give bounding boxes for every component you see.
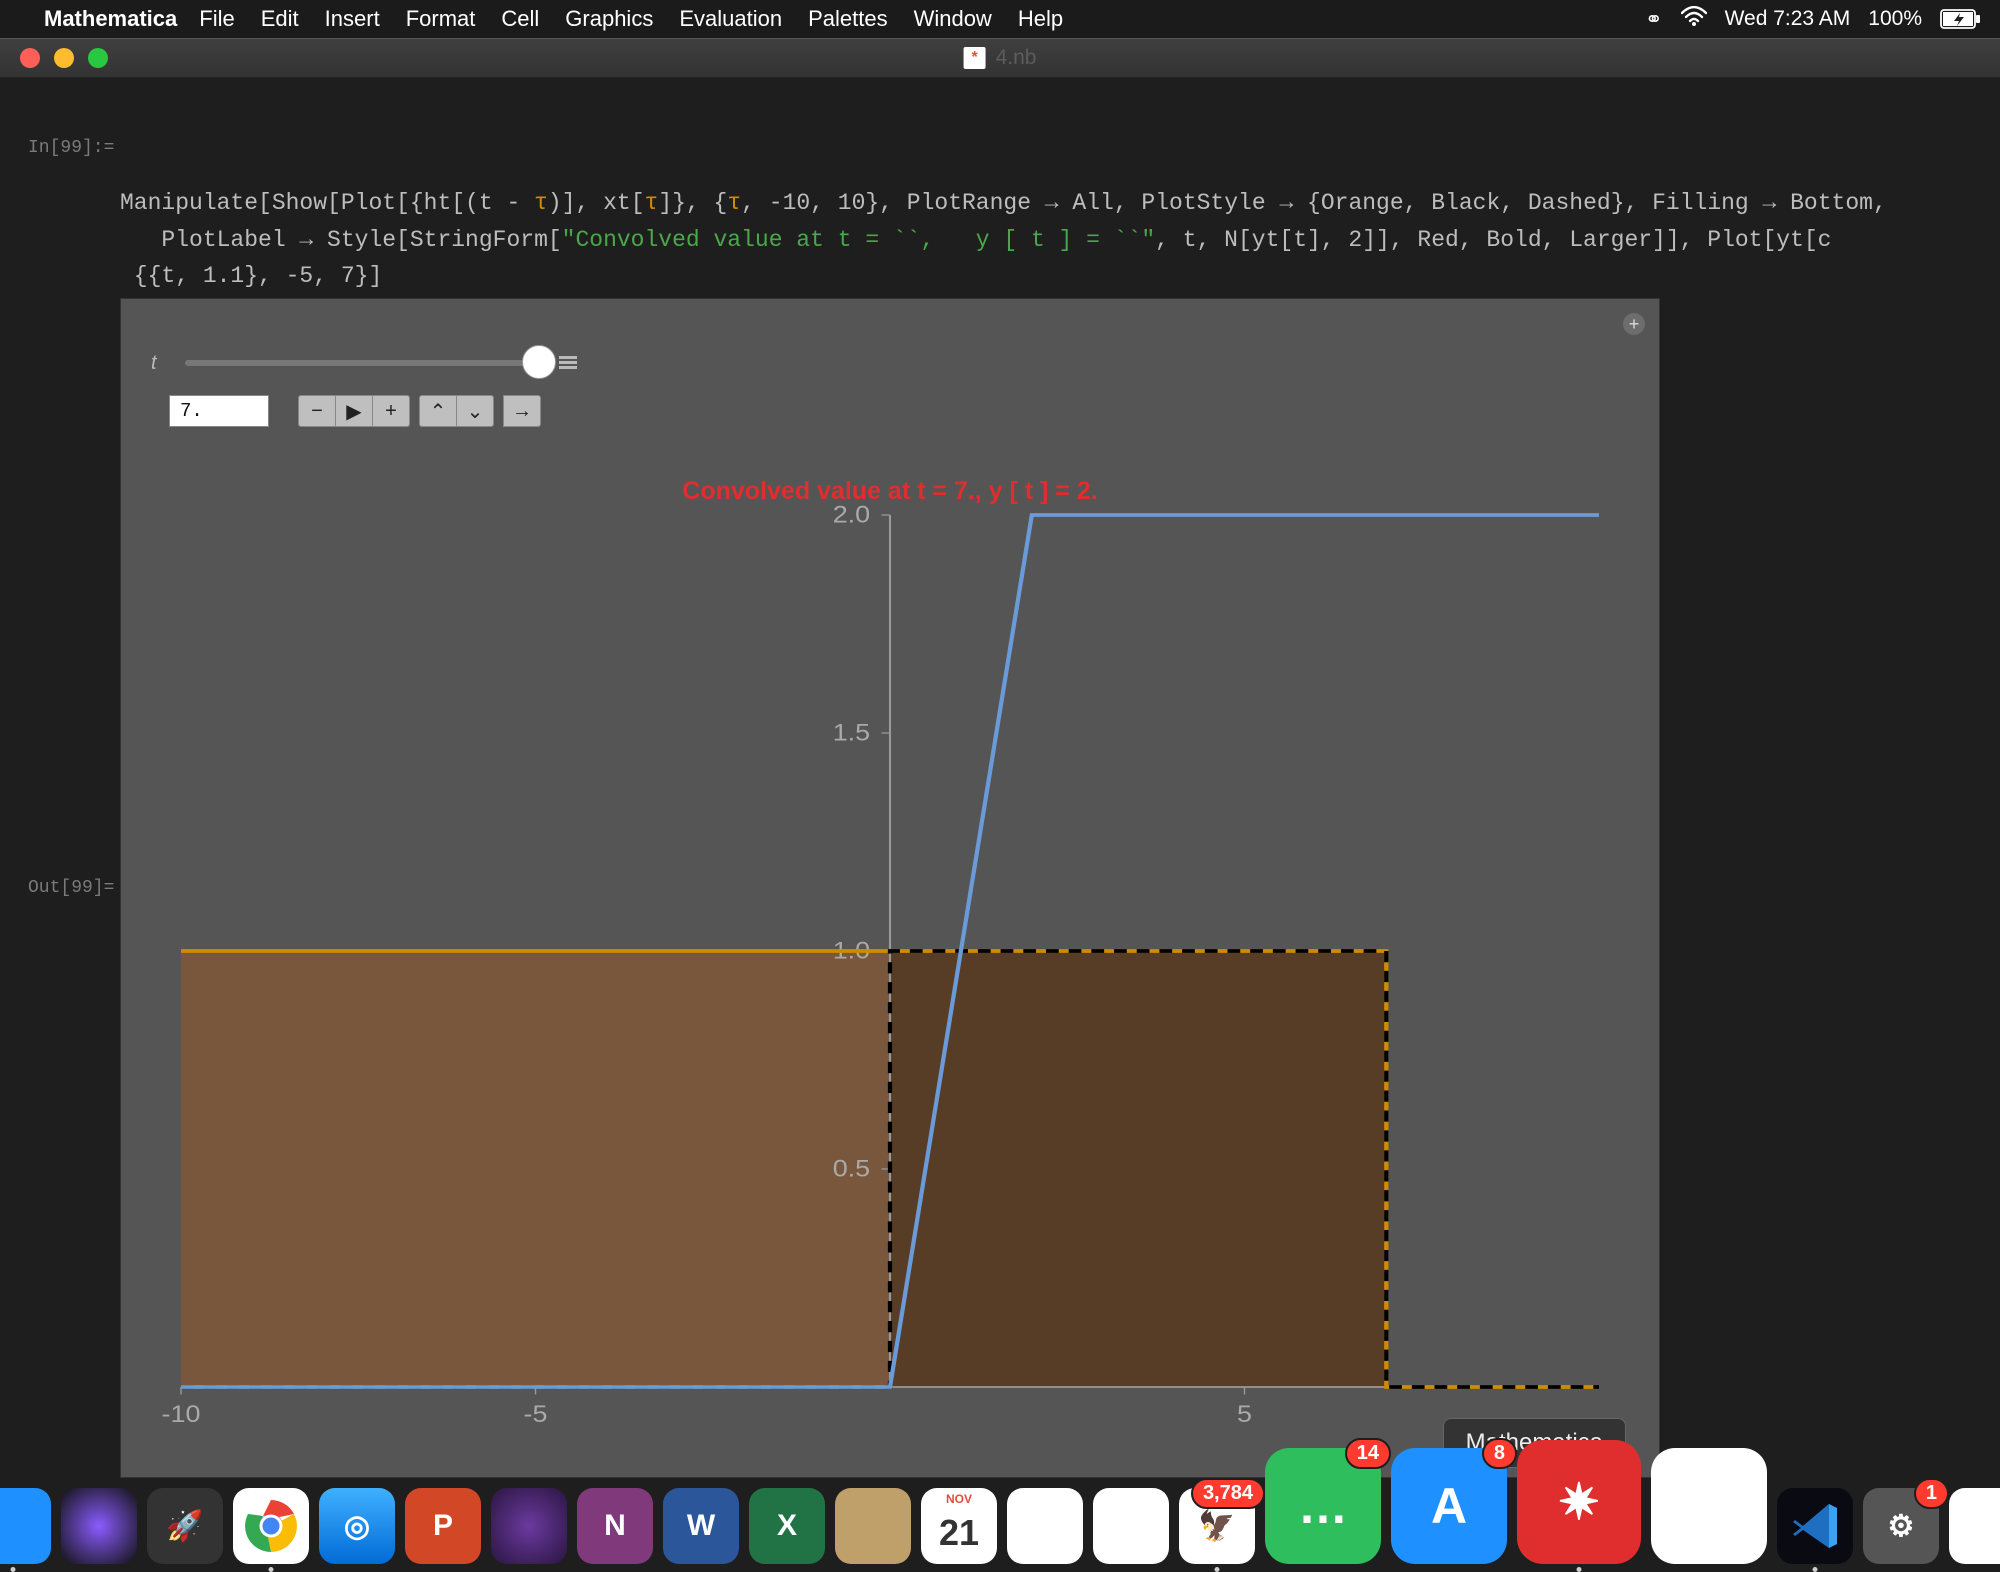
menu-window[interactable]: Window (914, 6, 992, 32)
svg-text:1.5: 1.5 (833, 720, 870, 746)
dock-mathematica[interactable]: ✷ (1517, 1440, 1641, 1564)
menu-file[interactable]: File (199, 6, 234, 32)
wifi-icon[interactable] (1681, 6, 1707, 32)
menu-palettes[interactable]: Palettes (808, 6, 888, 32)
minimize-button[interactable] (54, 48, 74, 68)
plot-axes: 0.51.01.52.0-10-55 (181, 515, 1599, 1387)
dock-safari[interactable]: ◎ (319, 1488, 395, 1564)
macos-menubar: Mathematica File Edit Insert Format Cell… (0, 0, 2000, 38)
svg-text:2.0: 2.0 (833, 502, 870, 528)
clock[interactable]: Wed 7:23 AM (1725, 7, 1851, 31)
window-controls (0, 48, 108, 68)
plot-area: Convolved value at t = 7., y [ t ] = 2. … (151, 469, 1629, 1447)
dock-launchpad[interactable]: 🚀 (147, 1488, 223, 1564)
step-minus-button[interactable]: − (298, 395, 336, 427)
menu-cell[interactable]: Cell (501, 6, 539, 32)
direction-button[interactable]: → (503, 395, 541, 427)
dock-excel[interactable]: X (749, 1488, 825, 1564)
panel-add-icon[interactable]: + (1623, 313, 1645, 335)
dock-contacts[interactable] (835, 1488, 911, 1564)
document-icon: * (964, 47, 986, 69)
bluetooth-icon[interactable]: ⚭ (1645, 7, 1663, 32)
input-cell-code[interactable]: Manipulate[Show[Plot[{ht[(t - τ)], xt[τ]… (120, 148, 1988, 295)
close-button[interactable] (20, 48, 40, 68)
dock-finder[interactable] (0, 1488, 51, 1564)
menu-edit[interactable]: Edit (261, 6, 299, 32)
battery-icon (1940, 7, 1982, 31)
zoom-button[interactable] (88, 48, 108, 68)
input-label: In[99]:= (28, 138, 114, 158)
menu-evaluation[interactable]: Evaluation (679, 6, 782, 32)
dock-calendar[interactable]: NOV21 (921, 1488, 997, 1564)
dock-mail[interactable]: 🦅3,784 (1179, 1488, 1255, 1564)
battery-percent: 100% (1868, 7, 1922, 31)
svg-text:-5: -5 (524, 1401, 548, 1427)
output-label: Out[99]= (28, 878, 114, 898)
notebook-area[interactable]: In[99]:= Out[99]= Manipulate[Show[Plot[{… (0, 78, 2000, 1570)
app-name[interactable]: Mathematica (44, 6, 177, 32)
slider-t[interactable] (185, 360, 543, 366)
slider-row: t (151, 345, 1629, 381)
dock-chrome[interactable] (233, 1488, 309, 1564)
svg-text:-10: -10 (162, 1401, 201, 1427)
dock-music[interactable]: ♫ (1651, 1448, 1767, 1564)
menu-graphics[interactable]: Graphics (565, 6, 653, 32)
slider-value-input[interactable] (169, 395, 269, 427)
plot-title: Convolved value at t = 7., y [ t ] = 2. (151, 477, 1629, 506)
dock-siri[interactable] (61, 1488, 137, 1564)
step-plus-button[interactable]: + (372, 395, 410, 427)
menu-insert[interactable]: Insert (325, 6, 380, 32)
dock-photos[interactable]: ✿ (1093, 1488, 1169, 1564)
dock-powerpoint[interactable]: P (405, 1488, 481, 1564)
faster-button[interactable]: ⌃ (419, 395, 457, 427)
window-titlebar: * 4.nb (0, 38, 2000, 78)
slider-var-label: t (151, 352, 169, 375)
window-title: * 4.nb (964, 46, 1037, 70)
dock: 🚀◎PNWXNOV21☰✿🦅3,784…14A8✷♫⚙13 (0, 1474, 2000, 1570)
slower-button[interactable]: ⌄ (456, 395, 494, 427)
menu-help[interactable]: Help (1018, 6, 1063, 32)
manipulate-panel: + t − ▶ + ⌃ ⌄ → Convolved (120, 298, 1660, 1478)
play-button[interactable]: ▶ (335, 395, 373, 427)
dock-word[interactable]: W (663, 1488, 739, 1564)
dock-vscode[interactable] (1777, 1488, 1853, 1564)
menu-format[interactable]: Format (406, 6, 476, 32)
dock-settings[interactable]: ⚙1 (1863, 1488, 1939, 1564)
dock-reminders[interactable]: 3 (1949, 1488, 2000, 1564)
dock-onenote[interactable]: N (577, 1488, 653, 1564)
document-title: 4.nb (996, 46, 1037, 70)
dock-eclipse[interactable] (491, 1488, 567, 1564)
dock-appstore[interactable]: A8 (1391, 1448, 1507, 1564)
slider-menu-icon[interactable] (559, 356, 577, 370)
dock-notes[interactable]: ☰ (1007, 1488, 1083, 1564)
slider-controls: − ▶ + ⌃ ⌄ → (169, 395, 541, 427)
slider-thumb[interactable] (522, 345, 556, 379)
dock-messages[interactable]: …14 (1265, 1448, 1381, 1564)
svg-text:5: 5 (1237, 1401, 1252, 1427)
svg-text:0.5: 0.5 (833, 1156, 870, 1182)
